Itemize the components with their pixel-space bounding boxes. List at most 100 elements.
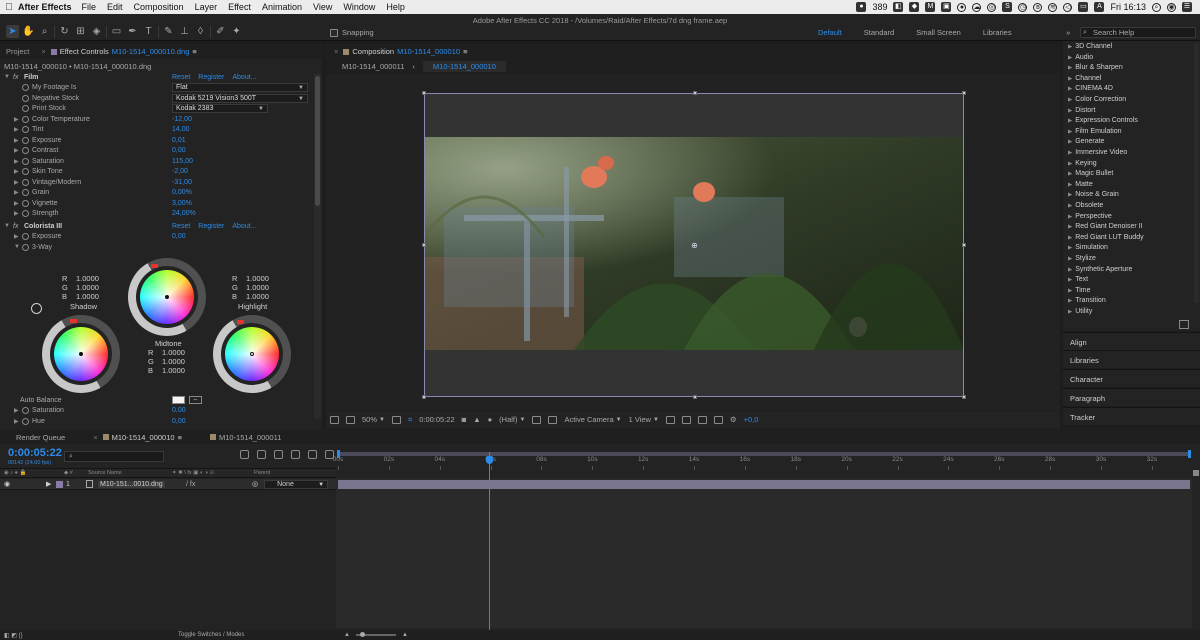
close-icon[interactable]: × [41, 47, 45, 56]
r-value[interactable]: 1.0000 [246, 274, 269, 283]
workspace-standard[interactable]: Standard [864, 28, 894, 37]
param-value[interactable]: 0,00 [172, 233, 186, 240]
expand-triangle-icon[interactable]: ▶ [14, 179, 19, 186]
effects-category-item[interactable]: ▶ Immersive Video [1068, 149, 1127, 156]
expand-triangle-icon[interactable]: ▶ [1068, 309, 1072, 315]
expand-triangle-icon[interactable]: ▶ [14, 116, 19, 123]
panel-menu-icon[interactable]: ≡ [178, 433, 182, 442]
midtone-puck[interactable] [165, 295, 169, 299]
camera-tool-icon[interactable]: ⊞ [74, 25, 87, 38]
nvidia-icon[interactable]: ▣ [941, 2, 952, 12]
expand-triangle-icon[interactable]: ▶ [1068, 65, 1072, 71]
panel-menu-icon[interactable]: ≡ [463, 47, 467, 56]
effects-category-item[interactable]: ▶ Keying [1068, 160, 1097, 167]
stopwatch-icon[interactable] [22, 157, 29, 165]
status-icon-circle[interactable]: ● [957, 2, 967, 12]
layer-label-color[interactable] [56, 480, 63, 488]
pen-tool-icon[interactable]: ✒ [126, 25, 139, 38]
reset-link[interactable]: Reset [172, 223, 190, 230]
effects-category-item[interactable]: ▶ 3D Channel [1068, 43, 1112, 50]
volume-icon[interactable]: ◁ [1063, 2, 1073, 12]
effects-category-item[interactable]: ▶ Audio [1068, 54, 1093, 61]
clone-stamp-tool-icon[interactable]: ⊥ [178, 25, 191, 38]
toggle-switches-modes-button[interactable]: Toggle Switches / Modes [178, 632, 244, 638]
snapping-checkbox[interactable] [330, 28, 338, 37]
param-value[interactable]: 14,00 [172, 126, 190, 133]
highlight-wheel[interactable] [213, 315, 291, 393]
transform-handle[interactable] [422, 395, 426, 399]
param-value[interactable]: -31,00 [172, 179, 192, 186]
collapse-triangle-icon[interactable]: ▼ [4, 223, 10, 229]
param-value[interactable]: 0,00 [172, 147, 186, 154]
effect-controls-scrollbar[interactable] [314, 74, 321, 419]
stopwatch-icon[interactable] [22, 178, 29, 186]
stopwatch-icon[interactable] [22, 147, 29, 155]
fast-preview-icon[interactable] [532, 415, 542, 424]
layer-row[interactable]: ◉ ▶ 1 M10-151...0010.dng / fx ◎ None ▼ [0, 479, 336, 490]
menu-edit[interactable]: Edit [107, 2, 123, 12]
expand-triangle-icon[interactable]: ▶ [1068, 214, 1072, 220]
transparency-grid-icon[interactable] [548, 415, 558, 424]
effects-category-item[interactable]: ▶ Stylize [1068, 255, 1096, 262]
comp-nav-item-current[interactable]: M10-1514_000010 [422, 61, 506, 72]
expand-triangle-icon[interactable]: ▶ [14, 200, 19, 207]
transform-handle[interactable] [693, 91, 697, 95]
current-time-display[interactable]: 0:00:05:22 [419, 415, 454, 424]
close-icon[interactable]: × [93, 433, 97, 442]
expand-triangle-icon[interactable]: ▶ [1068, 139, 1072, 145]
menu-composition[interactable]: Composition [134, 2, 184, 12]
status-icon-s[interactable]: S [1002, 2, 1013, 12]
register-link[interactable]: Register [198, 223, 224, 230]
collapse-triangle-icon[interactable]: ▼ [4, 74, 10, 80]
expand-triangle-icon[interactable]: ▶ [1068, 171, 1072, 177]
shadow-puck[interactable] [79, 352, 83, 356]
eyedropper-icon[interactable]: ⇔ [189, 396, 202, 404]
transform-handle[interactable] [962, 243, 966, 247]
expand-triangle-icon[interactable]: ▶ [1068, 44, 1072, 50]
expand-triangle-icon[interactable]: ▶ [1068, 235, 1072, 241]
zoom-in-icon[interactable]: ▲ [402, 632, 408, 638]
effects-category-item[interactable]: ▶ Perspective [1068, 213, 1112, 220]
effects-category-item[interactable]: ▶ Time [1068, 287, 1091, 294]
effects-category-item[interactable]: ▶ Magic Bullet [1068, 170, 1113, 177]
effects-category-item[interactable]: ▶ Red Giant Denoiser II [1068, 223, 1143, 230]
tab-composition[interactable]: × Composition M10-1514_000010 ≡ [334, 47, 467, 56]
expand-triangle-icon[interactable]: ▶ [14, 210, 19, 217]
highlight-puck[interactable] [250, 352, 254, 356]
workspace-overflow-icon[interactable]: » [1066, 28, 1070, 37]
midtone-wheel[interactable] [128, 258, 206, 336]
effects-category-item[interactable]: ▶ Text [1068, 276, 1088, 283]
cloud-icon[interactable]: ☁ [972, 2, 982, 12]
stopwatch-icon[interactable] [22, 94, 29, 102]
b-value[interactable]: 1.0000 [246, 292, 269, 301]
status-app-icon[interactable]: ● [856, 2, 867, 12]
param-value[interactable]: -2,00 [172, 168, 188, 175]
puppet-tool-icon[interactable]: ✦ [230, 25, 243, 38]
video-visibility-icon[interactable]: ◉ [4, 480, 10, 488]
bluetooth-icon[interactable]: ʙ [1033, 2, 1043, 12]
param-value[interactable]: 0,00% [172, 189, 192, 196]
menu-window[interactable]: Window [343, 2, 375, 12]
work-area-bar[interactable] [337, 450, 1191, 458]
footer-toggle-icons[interactable]: ◧ ◩ {} [4, 632, 23, 639]
menu-help[interactable]: Help [386, 2, 405, 12]
rectangle-tool-icon[interactable]: ▭ [110, 25, 123, 38]
expand-triangle-icon[interactable]: ▶ [1068, 150, 1072, 156]
user-icon[interactable]: ◉ [1167, 2, 1176, 12]
effects-category-item[interactable]: ▶ Distort [1068, 107, 1095, 114]
layer-name[interactable]: M10-151...0010.dng [98, 480, 165, 488]
battery-icon[interactable]: ▭ [1078, 2, 1089, 12]
view-layout-dropdown[interactable]: 1 View ▼ [629, 415, 659, 424]
timeline-current-time[interactable]: 0:00:05:22 [8, 447, 62, 459]
auto-balance-color-swatch[interactable] [172, 396, 185, 404]
stopwatch-icon[interactable] [22, 199, 29, 207]
expand-triangle-icon[interactable]: ▶ [1068, 256, 1072, 262]
snapshot-icon[interactable]: ◙ [462, 415, 467, 424]
paragraph-panel[interactable]: Paragraph [1063, 388, 1200, 406]
exposure-value[interactable]: +0,0 [744, 415, 759, 424]
expand-triangle-icon[interactable]: ▶ [1068, 86, 1072, 92]
notification-center-icon[interactable]: ☰ [1182, 2, 1192, 12]
status-icon-2[interactable]: ◧ [893, 2, 904, 12]
b-value[interactable]: 1.0000 [162, 366, 185, 375]
region-of-interest-icon[interactable]: ⌗ [408, 415, 412, 425]
